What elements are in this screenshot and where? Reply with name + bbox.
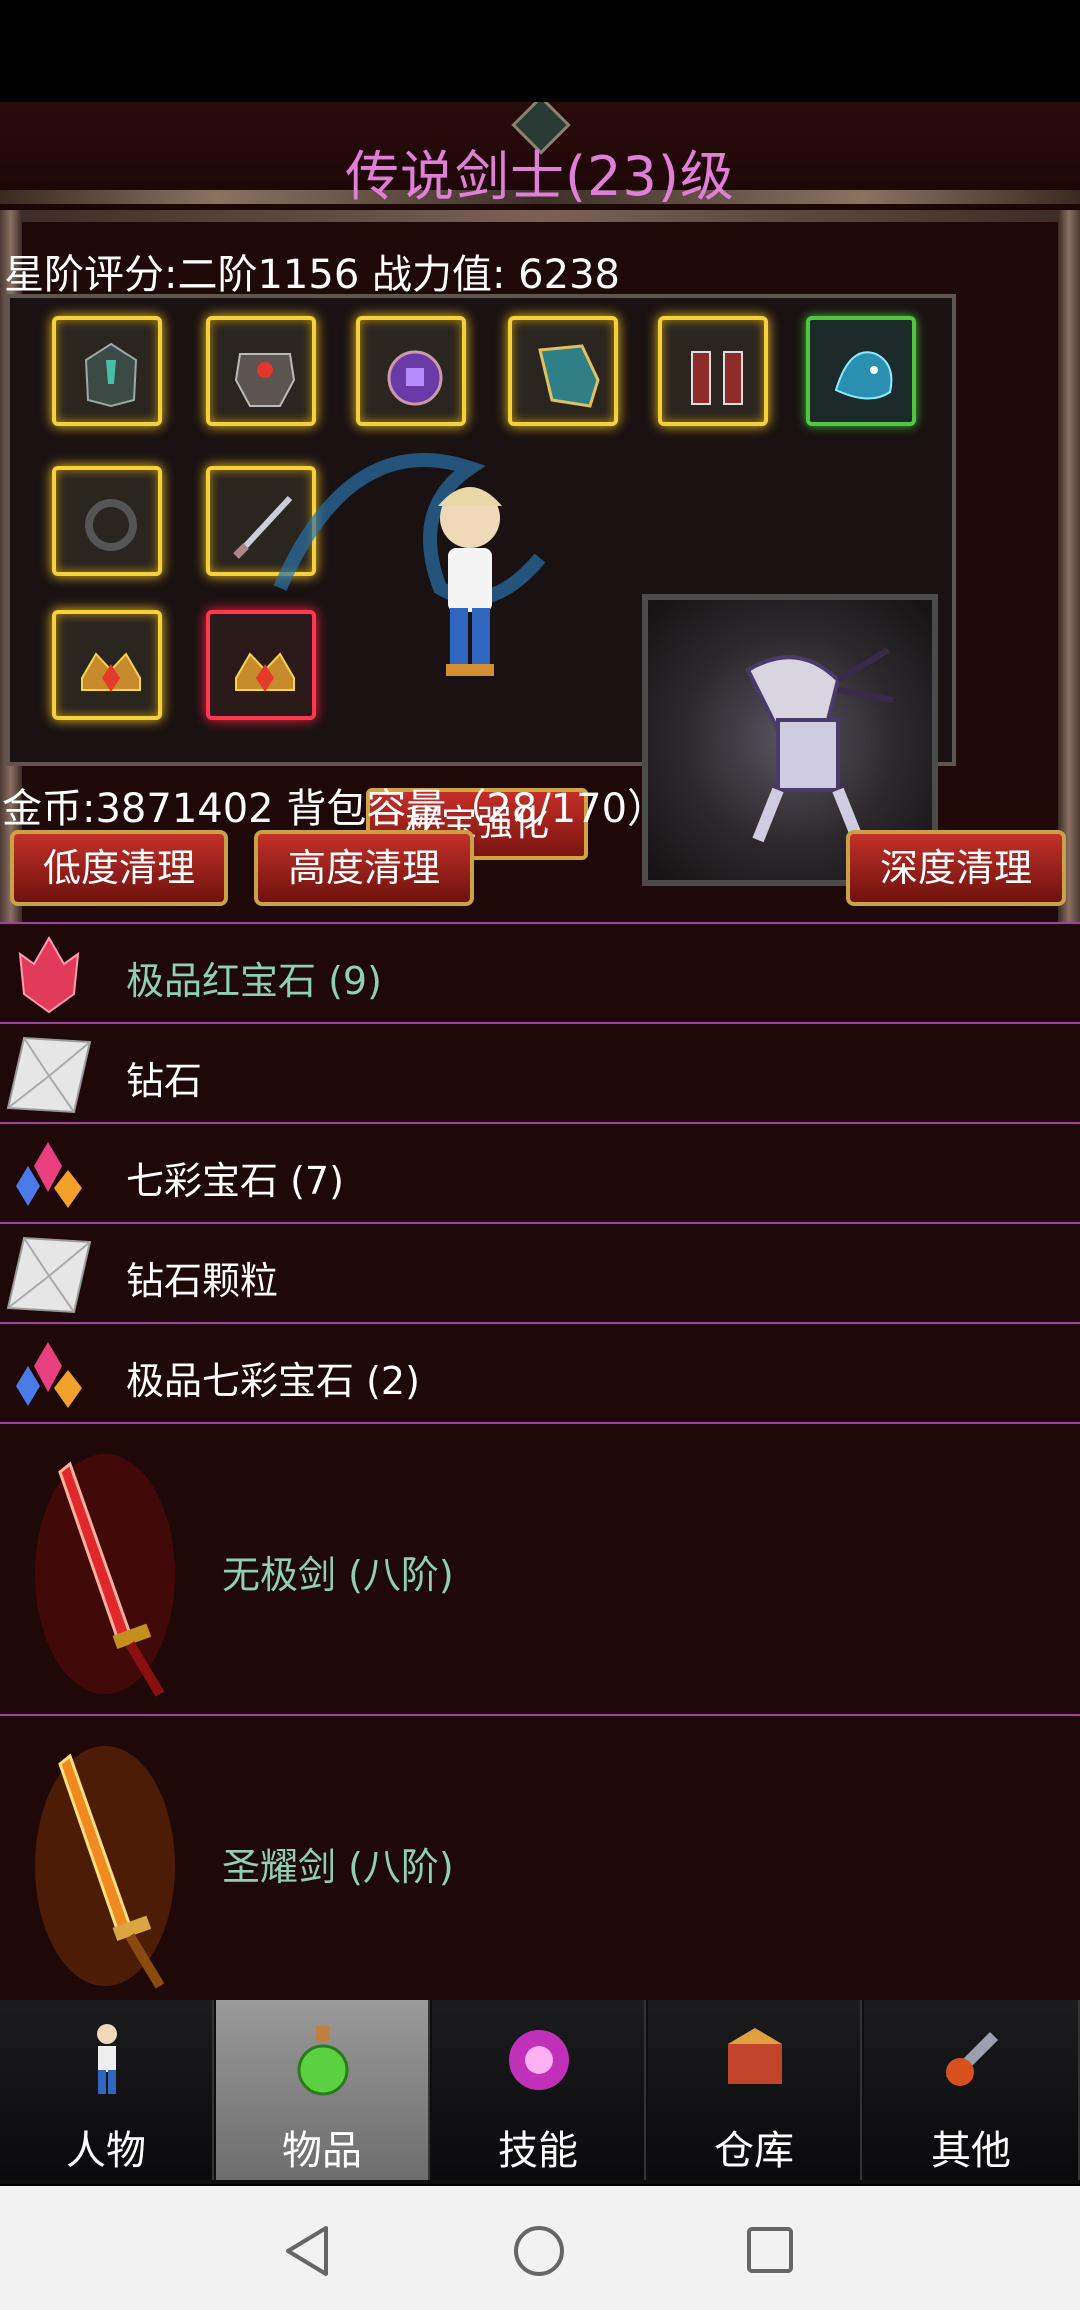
- tab-label: 其他: [931, 2128, 1011, 2174]
- fire-sword-icon: [35, 1746, 175, 1989]
- home-icon[interactable]: [512, 2224, 566, 2278]
- tab-other[interactable]: 其他: [864, 2000, 1080, 2180]
- tab-label: 技能: [498, 2128, 578, 2174]
- score-line: 星阶评分:二阶1156 战力值: 6238: [4, 252, 620, 298]
- rainbow-gem-icon: [16, 1342, 82, 1408]
- list-item[interactable]: 钻石颗粒: [0, 1222, 1080, 1322]
- equip-slot-gloves[interactable]: [658, 316, 768, 426]
- skill-orb-icon: [509, 2030, 569, 2090]
- crown-icon: [81, 652, 141, 692]
- character-icon: [97, 2024, 117, 2094]
- list-item[interactable]: 极品七彩宝石 (2): [0, 1322, 1080, 1422]
- tab-warehouse[interactable]: 仓库: [648, 2000, 862, 2180]
- game-screen: 传说剑士(23)级 星阶评分:二阶1156 战力值: 6238 秘宝强化 金币:…: [0, 102, 1080, 2000]
- character-avatar[interactable]: [260, 388, 560, 708]
- title-banner: 传说剑士(23)级: [0, 102, 1080, 210]
- equip-slot-belt[interactable]: [52, 610, 162, 720]
- list-item[interactable]: 七彩宝石 (7): [0, 1122, 1080, 1222]
- dragon-mount-icon: [834, 351, 893, 400]
- item-name: 无极剑 (八阶): [222, 1553, 454, 1597]
- tab-character[interactable]: 人物: [0, 2000, 214, 2180]
- low-clean-button[interactable]: 低度清理: [10, 830, 228, 906]
- skeleton-pet-icon: [745, 647, 894, 843]
- equip-slot-helmet[interactable]: [52, 316, 162, 426]
- tab-items[interactable]: 物品: [216, 2000, 430, 2180]
- tab-label: 物品: [282, 2128, 362, 2174]
- diamond-particle-icon: [6, 1236, 92, 1314]
- red-sword-icon: [35, 1454, 175, 1697]
- rainbow-gem-icon: [16, 1142, 82, 1208]
- item-name: 七彩宝石 (7): [126, 1159, 344, 1203]
- list-item[interactable]: 极品红宝石 (9): [0, 922, 1080, 1022]
- diamond-icon: [6, 1036, 92, 1114]
- item-name: 圣耀剑 (八阶): [222, 1845, 454, 1889]
- equip-slot-ring-left[interactable]: [52, 466, 162, 576]
- recents-icon[interactable]: [746, 2226, 794, 2274]
- gloves-icon: [691, 351, 743, 405]
- gold-and-capacity: 金币:3871402 背包容量（28/170）: [2, 786, 668, 832]
- back-icon[interactable]: [282, 2224, 332, 2278]
- system-nav-bar: [0, 2186, 1080, 2310]
- high-clean-button[interactable]: 高度清理: [254, 830, 474, 906]
- bottom-tab-bar: 人物 物品 技能 仓库 其他: [0, 2000, 1080, 2184]
- potion-icon: [297, 2026, 349, 2096]
- page-title: 传说剑士(23)级: [345, 145, 735, 208]
- list-item[interactable]: 无极剑 (八阶): [0, 1422, 1080, 1714]
- helmet-icon: [84, 342, 138, 408]
- item-name: 钻石: [126, 1059, 203, 1103]
- red-crystal-icon: [18, 935, 80, 1014]
- item-name: 极品红宝石 (9): [126, 959, 382, 1003]
- item-name: 钻石颗粒: [126, 1259, 279, 1303]
- item-name: 极品七彩宝石 (2): [126, 1359, 420, 1403]
- list-item[interactable]: 圣耀剑 (八阶): [0, 1714, 1080, 2000]
- equip-slot-mount[interactable]: [806, 316, 916, 426]
- warehouse-icon: [728, 2028, 782, 2084]
- tab-label: 人物: [66, 2128, 146, 2174]
- ring-icon: [85, 499, 137, 551]
- tab-label: 仓库: [714, 2128, 794, 2174]
- deep-clean-button[interactable]: 深度清理: [846, 830, 1066, 906]
- status-bar: [0, 0, 1080, 102]
- other-icon: [946, 2032, 998, 2086]
- tab-skills[interactable]: 技能: [432, 2000, 646, 2180]
- list-item[interactable]: 钻石: [0, 1022, 1080, 1122]
- equipment-panel: [6, 294, 956, 886]
- frame-top: [0, 210, 1080, 222]
